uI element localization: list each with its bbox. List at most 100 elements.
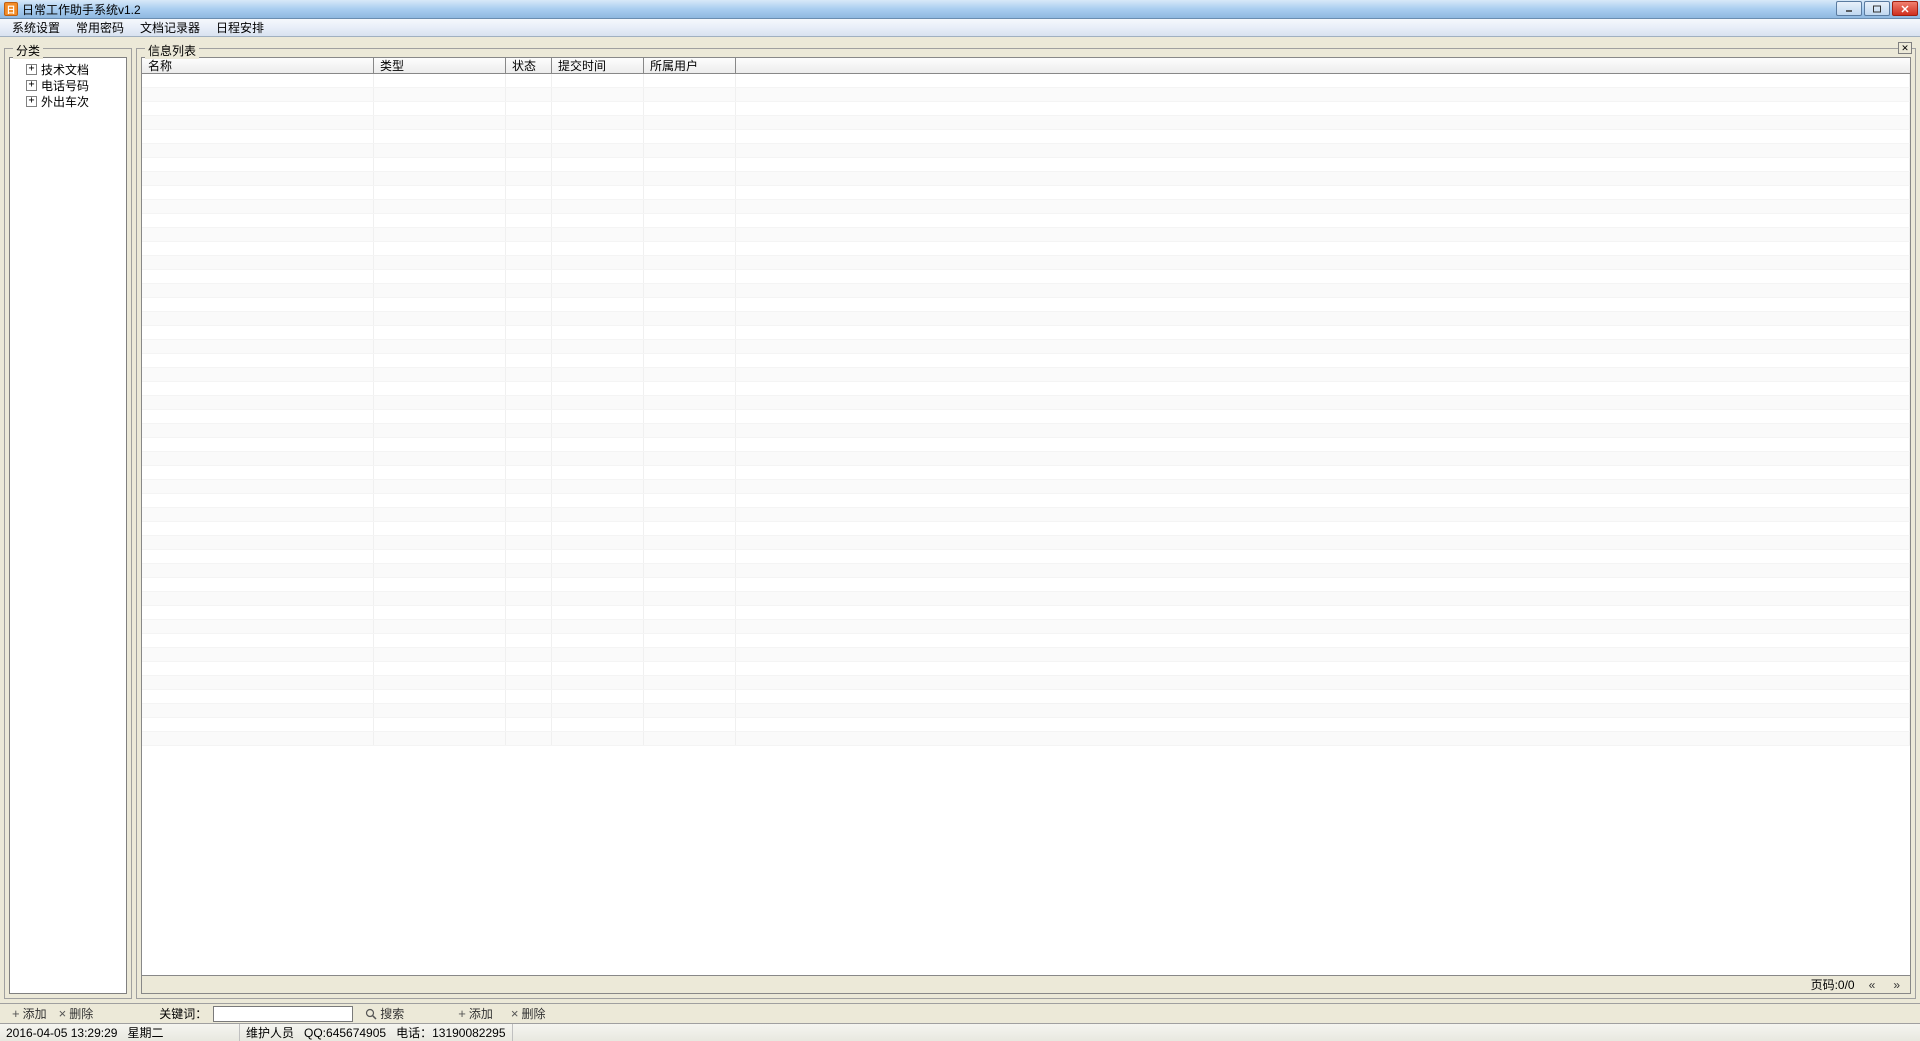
table-row[interactable]	[142, 634, 1910, 648]
x-icon: ×	[511, 1006, 519, 1021]
table-row[interactable]	[142, 718, 1910, 732]
table-row[interactable]	[142, 74, 1910, 88]
table-row[interactable]	[142, 592, 1910, 606]
table-row[interactable]	[142, 424, 1910, 438]
tree-label: 外出车次	[41, 93, 89, 110]
table-row[interactable]	[142, 368, 1910, 382]
menu-common-passwords[interactable]: 常用密码	[68, 17, 132, 38]
table-row[interactable]	[142, 312, 1910, 326]
table-row[interactable]	[142, 256, 1910, 270]
table-row[interactable]	[142, 172, 1910, 186]
tree-label: 电话号码	[41, 77, 89, 94]
category-tree[interactable]: + 技术文档 + 电话号码 + 外出车次	[9, 57, 127, 994]
menu-schedule[interactable]: 日程安排	[208, 17, 272, 38]
app-icon: 日	[4, 2, 18, 16]
expand-icon[interactable]: +	[26, 64, 37, 75]
search-button[interactable]: 搜索	[359, 1004, 410, 1023]
col-status[interactable]: 状态	[506, 58, 552, 74]
table-row[interactable]	[142, 410, 1910, 424]
col-owner[interactable]: 所属用户	[644, 58, 736, 74]
maximize-button[interactable]	[1864, 1, 1890, 16]
status-maintainer-cell: 维护人员 QQ:645674905 电话：13190082295	[240, 1024, 513, 1041]
table-row[interactable]	[142, 214, 1910, 228]
list-delete-button[interactable]: × 删除	[505, 1004, 552, 1023]
page-next-button[interactable]: »	[1889, 978, 1904, 992]
plus-icon: +	[12, 1006, 20, 1021]
table-row[interactable]	[142, 732, 1910, 746]
page-label: 页码:0/0	[1811, 976, 1855, 993]
table-row[interactable]	[142, 662, 1910, 676]
table-row[interactable]	[142, 690, 1910, 704]
table-row[interactable]	[142, 340, 1910, 354]
tree-item-tech-doc[interactable]: + 技术文档	[12, 61, 124, 77]
statusbar: 2016-04-05 13:29:29 星期二 维护人员 QQ:64567490…	[0, 1023, 1920, 1041]
table-row[interactable]	[142, 116, 1910, 130]
bottom-toolbar: + 添加 × 删除 关键词： 搜索 + 添加 × 删除	[0, 1003, 1920, 1023]
search-input[interactable]	[213, 1006, 353, 1022]
list-add-button[interactable]: + 添加	[452, 1004, 499, 1023]
menu-system-settings[interactable]: 系统设置	[4, 17, 68, 38]
list-delete-label: 删除	[521, 1005, 545, 1022]
table-row[interactable]	[142, 102, 1910, 116]
panel-close-button[interactable]: ✕	[1898, 42, 1912, 54]
search-label: 关键词：	[159, 1005, 207, 1022]
expand-icon[interactable]: +	[26, 96, 37, 107]
info-list-panel: 信息列表 ✕ 名称 类型 状态 提交时间 所属用户 页码:0/0 « »	[136, 48, 1916, 999]
table-row[interactable]	[142, 438, 1910, 452]
table-row[interactable]	[142, 228, 1910, 242]
menu-doc-recorder[interactable]: 文档记录器	[132, 17, 208, 38]
table-row[interactable]	[142, 354, 1910, 368]
tree-item-phone[interactable]: + 电话号码	[12, 77, 124, 93]
table-row[interactable]	[142, 326, 1910, 340]
titlebar: 日 日常工作助手系统v1.2	[0, 0, 1920, 19]
table-row[interactable]	[142, 242, 1910, 256]
table-row[interactable]	[142, 550, 1910, 564]
search-group: 关键词： 搜索 + 添加 × 删除	[159, 1004, 551, 1023]
status-qq: QQ:645674905	[304, 1026, 386, 1040]
table-row[interactable]	[142, 648, 1910, 662]
table-row[interactable]	[142, 620, 1910, 634]
status-datetime-cell: 2016-04-05 13:29:29 星期二	[0, 1024, 240, 1041]
status-datetime: 2016-04-05 13:29:29	[6, 1026, 117, 1040]
table-row[interactable]	[142, 508, 1910, 522]
table-row[interactable]	[142, 466, 1910, 480]
minimize-button[interactable]	[1836, 1, 1862, 16]
menubar: 系统设置 常用密码 文档记录器 日程安排	[0, 19, 1920, 37]
table-row[interactable]	[142, 284, 1910, 298]
table-row[interactable]	[142, 494, 1910, 508]
table-row[interactable]	[142, 480, 1910, 494]
table-row[interactable]	[142, 186, 1910, 200]
table-row[interactable]	[142, 704, 1910, 718]
tree-add-button[interactable]: + 添加	[6, 1004, 53, 1023]
table-row[interactable]	[142, 200, 1910, 214]
table-row[interactable]	[142, 158, 1910, 172]
table-row[interactable]	[142, 564, 1910, 578]
table-row[interactable]	[142, 298, 1910, 312]
info-list-legend: 信息列表	[145, 42, 199, 59]
table-row[interactable]	[142, 452, 1910, 466]
tree-item-trip[interactable]: + 外出车次	[12, 93, 124, 109]
table-row[interactable]	[142, 144, 1910, 158]
tree-label: 技术文档	[41, 61, 89, 78]
page-prev-button[interactable]: «	[1865, 978, 1880, 992]
table-row[interactable]	[142, 130, 1910, 144]
table-header: 名称 类型 状态 提交时间 所属用户	[141, 57, 1911, 74]
table-row[interactable]	[142, 382, 1910, 396]
table-row[interactable]	[142, 88, 1910, 102]
expand-icon[interactable]: +	[26, 80, 37, 91]
tree-delete-button[interactable]: × 删除	[53, 1004, 100, 1023]
table-row[interactable]	[142, 522, 1910, 536]
table-row[interactable]	[142, 606, 1910, 620]
x-icon: ×	[59, 1006, 67, 1021]
table-row[interactable]	[142, 536, 1910, 550]
close-button[interactable]	[1892, 1, 1918, 16]
table-row[interactable]	[142, 396, 1910, 410]
table-row[interactable]	[142, 270, 1910, 284]
col-submit-time[interactable]: 提交时间	[552, 58, 644, 74]
table-row[interactable]	[142, 578, 1910, 592]
col-type[interactable]: 类型	[374, 58, 506, 74]
col-blank[interactable]	[736, 58, 1911, 74]
table-row[interactable]	[142, 676, 1910, 690]
table-body[interactable]	[141, 74, 1911, 976]
col-name[interactable]: 名称	[142, 58, 374, 74]
